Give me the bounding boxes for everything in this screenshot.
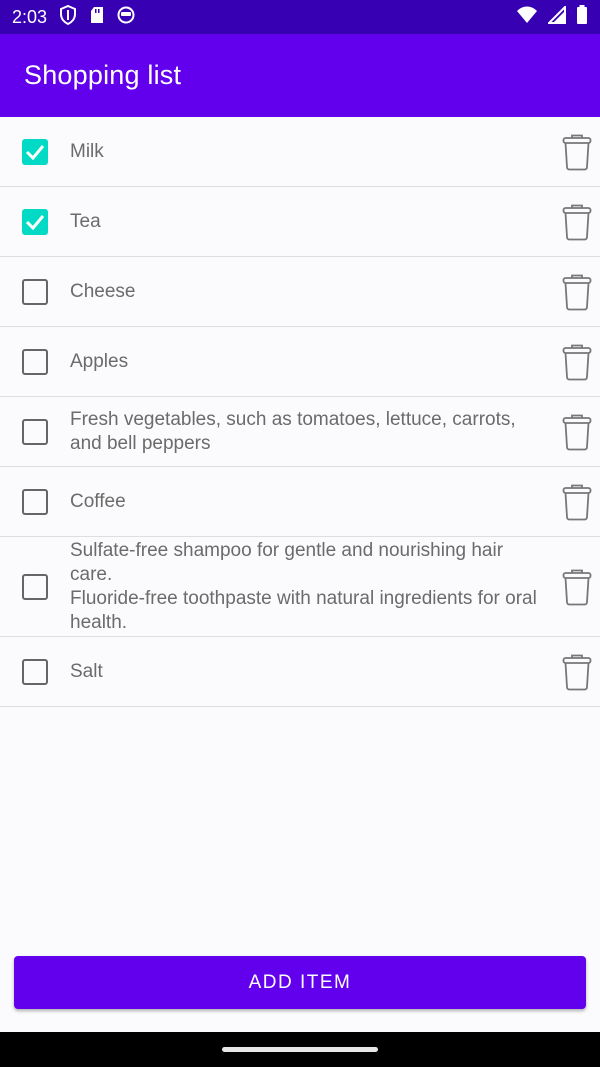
- item-checkbox[interactable]: [22, 573, 48, 600]
- item-label: Cheese: [70, 280, 136, 302]
- status-left: 2:03: [12, 4, 135, 30]
- list-item: Fresh vegetables, such as tomatoes, lett…: [0, 397, 600, 467]
- battery-icon: [576, 4, 588, 30]
- list-item: Apples: [0, 327, 600, 397]
- trash-icon[interactable]: [562, 273, 592, 311]
- trash-icon[interactable]: [562, 483, 592, 521]
- shield-icon: [59, 4, 77, 30]
- item-label: Apples: [70, 350, 129, 372]
- item-checkbox[interactable]: [22, 488, 48, 515]
- add-item-button[interactable]: ADD ITEM: [14, 956, 586, 1009]
- trash-icon[interactable]: [562, 133, 592, 171]
- list-item: Coffee: [0, 467, 600, 537]
- app-bar: Shopping list: [0, 34, 600, 117]
- item-label: Milk: [70, 140, 104, 162]
- item-checkbox[interactable]: [22, 278, 48, 305]
- item-checkbox[interactable]: [22, 138, 48, 165]
- item-label: Salt: [70, 660, 103, 682]
- list-item: Milk: [0, 117, 600, 187]
- item-label: Fresh vegetables, such as tomatoes, lett…: [70, 408, 516, 454]
- trash-icon[interactable]: [562, 653, 592, 691]
- list-item: Tea: [0, 187, 600, 257]
- app-title: Shopping list: [24, 60, 182, 90]
- home-gesture-handle[interactable]: [222, 1047, 378, 1052]
- trash-icon[interactable]: [562, 203, 592, 241]
- status-right: [516, 4, 588, 30]
- item-checkbox[interactable]: [22, 418, 48, 445]
- shopping-list: Milk Tea Cheese Apples Fresh vegetables,…: [0, 117, 600, 707]
- trash-icon[interactable]: [562, 343, 592, 381]
- status-time: 2:03: [12, 6, 48, 27]
- status-bar: 2:03: [0, 0, 600, 34]
- trash-icon[interactable]: [562, 413, 592, 451]
- check-icon: [25, 214, 45, 230]
- check-icon: [25, 144, 45, 160]
- list-item: Salt: [0, 637, 600, 707]
- item-label: Sulfate-free shampoo for gentle and nour…: [70, 539, 537, 633]
- app-notification-icon: [117, 6, 135, 29]
- sd-card-icon: [89, 6, 105, 29]
- list-item: Sulfate-free shampoo for gentle and nour…: [0, 537, 600, 637]
- item-label: Tea: [70, 210, 101, 232]
- item-label: Coffee: [70, 490, 126, 512]
- item-checkbox[interactable]: [22, 658, 48, 685]
- wifi-icon: [516, 6, 538, 29]
- trash-icon[interactable]: [562, 568, 592, 606]
- item-checkbox[interactable]: [22, 208, 48, 235]
- list-item: Cheese: [0, 257, 600, 327]
- cell-signal-icon: [546, 4, 566, 29]
- navigation-bar: [0, 1032, 600, 1067]
- item-checkbox[interactable]: [22, 348, 48, 375]
